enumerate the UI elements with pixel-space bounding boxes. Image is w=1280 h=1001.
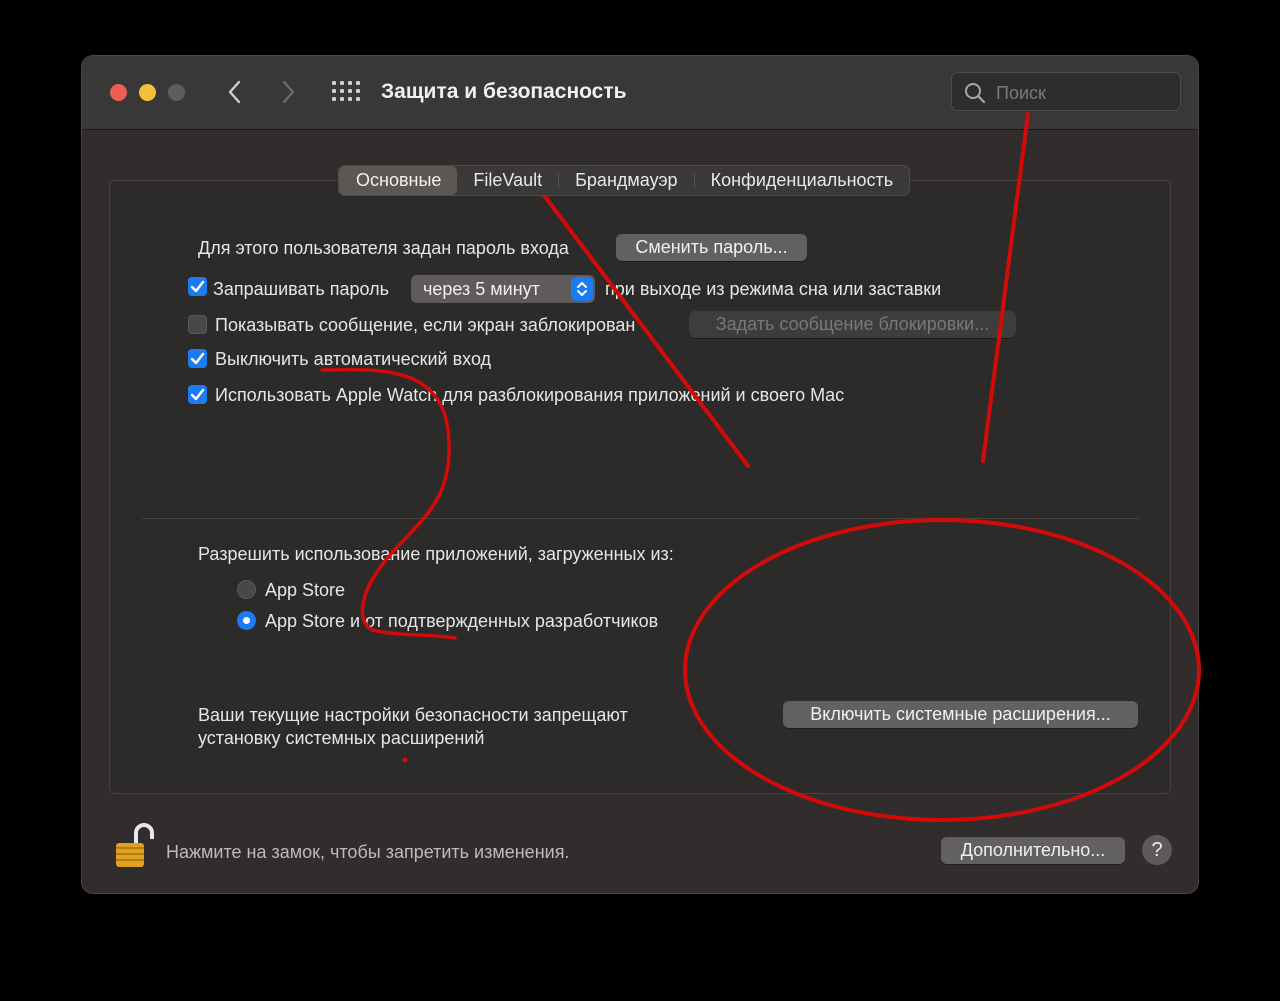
advanced-button[interactable]: Дополнительно... [941, 837, 1125, 864]
radio-app-store-label: App Store [265, 580, 346, 600]
disable-autologin-checkbox[interactable] [188, 349, 207, 368]
show-message-label: Показывать сообщение, если экран заблоки… [215, 315, 636, 335]
radio-app-store[interactable] [237, 580, 256, 599]
search-field[interactable] [951, 72, 1181, 111]
password-delay-value: через 5 минут [423, 279, 540, 299]
lock-hint-text: Нажмите на замок, чтобы запретить измене… [166, 842, 570, 862]
up-down-arrows-icon [571, 277, 593, 301]
apple-watch-unlock-label: Использовать Apple Watch для разблокиров… [215, 385, 845, 405]
close-window-button[interactable] [110, 84, 127, 101]
preferences-window: Защита и безопасность Основные FileVault… [81, 55, 1199, 894]
tab-privacy[interactable]: Конфиденциальность [695, 166, 910, 195]
change-password-button[interactable]: Сменить пароль... [616, 234, 807, 261]
tab-general[interactable]: Основные [339, 166, 458, 195]
chevron-left-icon [228, 80, 241, 104]
require-password-label: Запрашивать пароль [213, 279, 390, 299]
search-input[interactable] [994, 79, 1168, 107]
checkmark-icon [190, 388, 205, 401]
radio-app-store-and-developers[interactable] [237, 611, 256, 630]
help-button[interactable]: ? [1142, 835, 1172, 865]
section-divider [142, 518, 1139, 519]
chevron-right-icon [282, 80, 295, 104]
checkmark-icon [190, 280, 205, 293]
password-status-text: Для этого пользователя задан пароль вход… [198, 238, 569, 258]
password-delay-select[interactable]: через 5 минут [411, 275, 595, 303]
radio-app-store-and-developers-label: App Store и от подтвержденных разработчи… [265, 611, 659, 631]
require-password-suffix: при выходе из режима сна или заставки [605, 279, 942, 299]
show-all-grid-icon[interactable] [332, 81, 360, 103]
search-icon [965, 83, 986, 104]
tab-firewall[interactable]: Брандмауэр [559, 166, 693, 195]
checkmark-icon [190, 352, 205, 365]
allow-apps-heading: Разрешить использование приложений, загр… [198, 544, 674, 564]
tab-bar: Основные FileVault Брандмауэр Конфиденци… [338, 165, 911, 196]
back-button[interactable] [222, 74, 248, 110]
apple-watch-unlock-checkbox[interactable] [188, 385, 207, 404]
forward-button[interactable] [275, 74, 301, 110]
window-title: Защита и безопасность [381, 80, 627, 103]
extensions-blocked-line2: установку системных расширений [198, 728, 485, 748]
zoom-window-button[interactable] [168, 84, 185, 101]
extensions-blocked-line1: Ваши текущие настройки безопасности запр… [198, 705, 628, 725]
minimize-window-button[interactable] [139, 84, 156, 101]
enable-system-extensions-button[interactable]: Включить системные расширения... [783, 701, 1138, 728]
unlocked-padlock-icon[interactable] [114, 821, 154, 874]
require-password-checkbox[interactable] [188, 277, 207, 296]
tab-filevault[interactable]: FileVault [457, 166, 558, 195]
title-bar: Защита и безопасность [82, 56, 1198, 130]
disable-autologin-label: Выключить автоматический вход [215, 349, 492, 369]
show-message-checkbox[interactable] [188, 315, 207, 334]
set-lock-message-button[interactable]: Задать сообщение блокировки... [689, 311, 1016, 338]
